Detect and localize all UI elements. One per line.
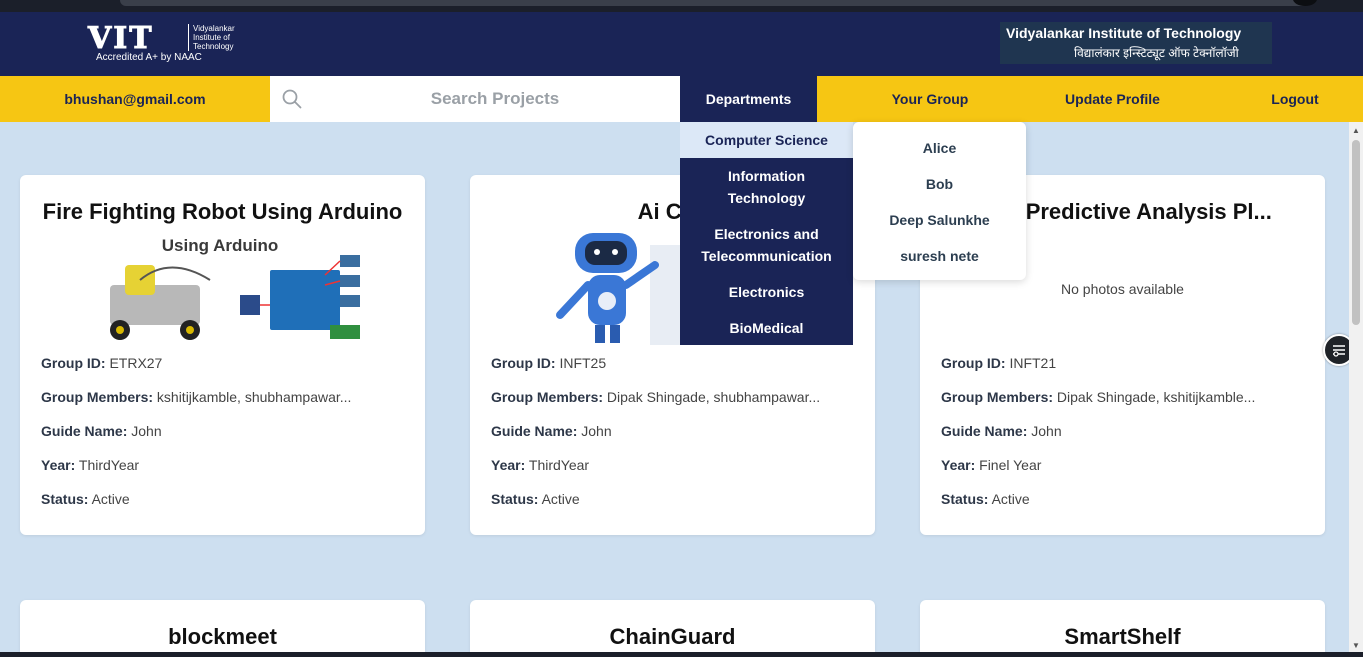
dept-information-technology[interactable]: Information Technology bbox=[680, 165, 853, 209]
group-id: Group ID: INFT21 bbox=[941, 355, 1057, 371]
browser-top-strip bbox=[0, 0, 1363, 12]
status: Status: Active bbox=[41, 491, 130, 507]
group-member-item[interactable]: suresh nete bbox=[853, 248, 1026, 264]
page-scrollbar[interactable]: ▲ ▼ bbox=[1349, 122, 1363, 652]
guide-name: Guide Name: John bbox=[41, 423, 162, 439]
project-title: Fire Fighting Robot Using Arduino bbox=[42, 199, 403, 224]
dept-electronics[interactable]: Electronics bbox=[680, 281, 853, 303]
browser-bottom-strip bbox=[0, 652, 1363, 657]
search-input[interactable] bbox=[330, 84, 660, 114]
project-image: Using Arduino bbox=[70, 225, 380, 345]
group-members: Group Members: Dipak Shingade, kshitijka… bbox=[941, 389, 1256, 405]
institute-banner: Vidyalankar Institute of Technology विद्… bbox=[1000, 22, 1272, 64]
group-member-item[interactable]: Bob bbox=[853, 176, 1026, 192]
project-card[interactable]: SmartShelf bbox=[920, 600, 1325, 657]
site-header: VIT Vidyalankar Institute of Technology … bbox=[0, 12, 1363, 76]
browser-tab-bar bbox=[120, 0, 1310, 6]
search-icon bbox=[282, 89, 302, 109]
nav-departments[interactable]: Departments bbox=[680, 76, 817, 122]
project-card[interactable]: ChainGuard bbox=[470, 600, 875, 657]
project-card[interactable]: blockmeet bbox=[20, 600, 425, 657]
project-title: blockmeet bbox=[168, 624, 277, 649]
group-members: Group Members: Dipak Shingade, shubhampa… bbox=[491, 389, 821, 405]
image-caption: Using Arduino bbox=[162, 236, 278, 255]
group-members-dropdown: Alice Bob Deep Salunkhe suresh nete bbox=[853, 122, 1026, 280]
group-member-item[interactable]: Alice bbox=[853, 140, 1026, 156]
year: Year: ThirdYear bbox=[491, 457, 590, 473]
group-member-item[interactable]: Deep Salunkhe bbox=[853, 212, 1026, 228]
guide-name: Guide Name: John bbox=[941, 423, 1062, 439]
group-id: Group ID: ETRX27 bbox=[41, 355, 163, 371]
dept-biomedical[interactable]: BioMedical bbox=[680, 317, 853, 339]
nav-update-profile[interactable]: Update Profile bbox=[1040, 76, 1185, 122]
no-photos-text: No photos available bbox=[1061, 281, 1184, 297]
institute-name-hindi: विद्यालंकार इन्स्टिट्यूट ऑफ टेक्नॉलॉजी bbox=[1074, 46, 1239, 60]
nav-logout[interactable]: Logout bbox=[1240, 76, 1350, 122]
status: Status: Active bbox=[941, 491, 1030, 507]
group-members: Group Members: kshitijkamble, shubhampaw… bbox=[41, 389, 352, 405]
nav-your-group[interactable]: Your Group bbox=[860, 76, 1000, 122]
dept-computer-science[interactable]: Computer Science bbox=[680, 122, 853, 158]
logo-accreditation: Accredited A+ by NAAC bbox=[96, 52, 202, 63]
group-id: Group ID: INFT25 bbox=[491, 355, 607, 371]
guide-name: Guide Name: John bbox=[491, 423, 612, 439]
main-nav: bhushan@gmail.com Departments Your Group… bbox=[0, 76, 1363, 122]
year: Year: Finel Year bbox=[941, 457, 1042, 473]
vit-logo[interactable]: VIT Vidyalankar Institute of Technology … bbox=[88, 21, 258, 64]
year: Year: ThirdYear bbox=[41, 457, 140, 473]
project-title: SmartShelf bbox=[1064, 624, 1181, 649]
dept-electronics-telecommunication[interactable]: Electronics and Telecommunication bbox=[680, 223, 853, 267]
scroll-up-icon[interactable]: ▲ bbox=[1352, 126, 1360, 135]
project-title: ChainGuard bbox=[609, 624, 736, 649]
institute-name-english: Vidyalankar Institute of Technology bbox=[1006, 25, 1242, 41]
scrollbar-thumb[interactable] bbox=[1352, 140, 1360, 325]
search-bar bbox=[270, 76, 680, 122]
status: Status: Active bbox=[491, 491, 580, 507]
user-email[interactable]: bhushan@gmail.com bbox=[0, 76, 270, 122]
scroll-down-icon[interactable]: ▼ bbox=[1352, 641, 1360, 650]
logo-tagline: Vidyalankar Institute of Technology bbox=[188, 24, 235, 51]
departments-dropdown: Computer Science Information Technology … bbox=[680, 122, 853, 345]
logo-text: VIT bbox=[88, 21, 154, 56]
project-card[interactable]: Fire Fighting Robot Using Arduino Using … bbox=[20, 175, 425, 535]
